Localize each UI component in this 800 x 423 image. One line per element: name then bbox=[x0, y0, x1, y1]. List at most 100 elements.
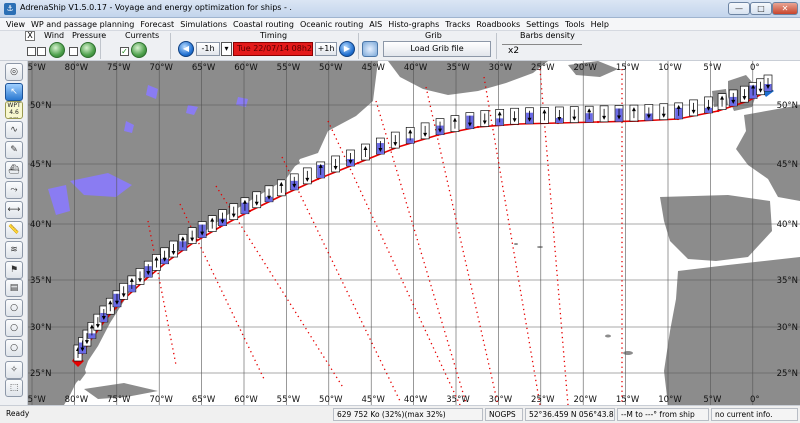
menu-simulations[interactable]: Simulations bbox=[177, 18, 230, 31]
longitude-label-top: 30°W bbox=[489, 63, 513, 73]
longitude-label-top: 20°W bbox=[573, 63, 597, 73]
pressure-globe-icon[interactable] bbox=[80, 42, 96, 58]
toolbar: X Wind Pressure Currents ✓ Timing ◀ -1h … bbox=[0, 31, 800, 61]
disabled-tool-1-icon[interactable]: ○ bbox=[5, 299, 23, 317]
time-dropdown-button[interactable]: ▾ bbox=[221, 42, 232, 56]
waypoint-distance-icon[interactable]: WPT 4.6 nm bbox=[5, 101, 23, 119]
toolbar-separator bbox=[170, 33, 171, 59]
route-waypoint bbox=[476, 125, 480, 129]
time-next-button[interactable]: ▶ bbox=[339, 41, 355, 57]
menu-tools[interactable]: Tools bbox=[562, 18, 588, 31]
currents-checkbox[interactable]: ✓ bbox=[120, 47, 129, 56]
window-title: AdrenaShip V1.5.0.17 - Voyage and energy… bbox=[20, 3, 292, 12]
longitude-label-top: 5°W bbox=[703, 63, 722, 73]
tide-icon[interactable]: ≋ bbox=[5, 241, 23, 259]
cursor-arrow-icon[interactable]: ↖ bbox=[5, 83, 23, 101]
disabled-tool-3-icon[interactable]: ○ bbox=[5, 339, 23, 357]
status-from-ship: --M to ---° from ship bbox=[617, 408, 709, 421]
menu-histo-graphs[interactable]: Histo-graphs bbox=[385, 18, 442, 31]
layer-icon[interactable]: ▤ bbox=[5, 279, 23, 297]
currents-label: Currents bbox=[125, 31, 160, 40]
menu-forecast[interactable]: Forecast bbox=[137, 18, 177, 31]
ship-icon[interactable]: ⛴ bbox=[5, 161, 23, 179]
adrenaship-window: ⚓ AdrenaShip V1.5.0.17 - Voyage and ener… bbox=[0, 0, 800, 423]
barbs-density-slider[interactable] bbox=[502, 44, 582, 45]
currents-globe-icon[interactable] bbox=[131, 42, 147, 58]
toolbar-close-button[interactable]: X bbox=[25, 31, 35, 41]
pressure-checkbox[interactable] bbox=[69, 47, 78, 56]
longitude-label-top: 85°W bbox=[28, 63, 46, 73]
longitude-label-bottom: 5°W bbox=[703, 395, 722, 405]
longitude-label-bottom: 45°W bbox=[361, 395, 385, 405]
longitude-label-bottom: 80°W bbox=[65, 395, 89, 405]
disabled-tool-2-icon[interactable]: ○ bbox=[5, 319, 23, 337]
longitude-label-top: 10°W bbox=[658, 63, 682, 73]
longitude-label-top: 65°W bbox=[192, 63, 216, 73]
longitude-label-top: 75°W bbox=[107, 63, 131, 73]
close-window-button[interactable]: ✕ bbox=[772, 2, 798, 15]
pressure-label: Pressure bbox=[72, 31, 107, 40]
compass-icon[interactable]: ✧ bbox=[5, 361, 23, 379]
longitude-label-top: 25°W bbox=[531, 63, 555, 73]
longitude-label-bottom: 65°W bbox=[192, 395, 216, 405]
latitude-label-left: 30°N bbox=[30, 323, 51, 333]
longitude-label-bottom: 55°W bbox=[277, 395, 301, 405]
madeira-island bbox=[605, 334, 611, 338]
barbs-density-label: Barbs density bbox=[520, 31, 575, 40]
longitude-label-top: 60°W bbox=[234, 63, 258, 73]
longitude-label-bottom: 30°W bbox=[489, 395, 513, 405]
longitude-label-top: 50°W bbox=[319, 63, 343, 73]
wind-checkbox-2[interactable] bbox=[37, 47, 46, 56]
grib-magnifier-icon[interactable] bbox=[362, 41, 378, 57]
longitude-label-top: 15°W bbox=[616, 63, 640, 73]
longitude-label-bottom: 20°W bbox=[573, 395, 597, 405]
menu-bar: View WP and passage planning Forecast Simul… bbox=[0, 18, 800, 31]
measure-icon[interactable]: ⟷ bbox=[5, 201, 23, 219]
maximize-button[interactable]: □ bbox=[750, 2, 772, 15]
load-grib-button[interactable]: Load Grib file bbox=[383, 41, 491, 57]
menu-wp-passage-planning[interactable]: WP and passage planning bbox=[28, 18, 137, 31]
route-plan-icon[interactable]: ⤳ bbox=[5, 181, 23, 199]
azores-island bbox=[537, 246, 543, 248]
latitude-label-right: 25°N bbox=[777, 369, 798, 379]
latitude-label-left: 35°N bbox=[30, 276, 51, 286]
longitude-label-bottom: 10°W bbox=[658, 395, 682, 405]
minus-1h-button[interactable]: -1h bbox=[196, 42, 220, 56]
status-memory: 629 752 Ko (32%)(max 32%) bbox=[333, 408, 483, 421]
route-waypoint bbox=[356, 161, 360, 165]
menu-help[interactable]: Help bbox=[588, 18, 612, 31]
longitude-label-bottom: 85°W bbox=[28, 395, 46, 405]
longitude-label-top: 55°W bbox=[277, 63, 301, 73]
latitude-label-left: 40°N bbox=[30, 220, 51, 230]
wind-label: Wind bbox=[44, 31, 65, 40]
azores-island bbox=[514, 243, 518, 245]
current-time-field[interactable]: Tue 22/07/14 08h25UTC bbox=[233, 42, 313, 56]
longitude-label-bottom: 40°W bbox=[404, 395, 428, 405]
status-bar: Ready 629 752 Ko (32%)(max 32%) NOGPS 52… bbox=[0, 405, 800, 423]
longitude-label-bottom: 50°W bbox=[319, 395, 343, 405]
wind-globe-icon[interactable] bbox=[49, 42, 65, 58]
plus-1h-button[interactable]: +1h bbox=[315, 42, 337, 56]
flag-icon[interactable]: ⚑ bbox=[5, 261, 23, 279]
wind-checkbox[interactable] bbox=[27, 47, 36, 56]
chart-map[interactable]: 85°W 85°W 80°W 80°W 75°W 75°W 70°W 70°W 65°W 65°W… bbox=[28, 61, 800, 405]
latitude-label-left: 50°N bbox=[30, 101, 51, 111]
ruler-icon[interactable]: 📏 bbox=[5, 221, 23, 239]
menu-tracks[interactable]: Tracks bbox=[442, 18, 473, 31]
tool-strip: ◎ ↖WPT 4.6 nm ∿ ✎ ⛴ ⤳ ⟷ 📏 ≋ ⚑▤ ○ ○ ○ ✧⬚ bbox=[0, 61, 28, 405]
wave-chart-icon[interactable]: ∿ bbox=[5, 121, 23, 139]
menu-roadbooks[interactable]: Roadbooks bbox=[473, 18, 523, 31]
menu-coastal-routing[interactable]: Coastal routing bbox=[230, 18, 297, 31]
status-info: no current info. bbox=[711, 408, 798, 421]
zoom-box-icon[interactable]: ⬚ bbox=[5, 379, 23, 397]
minimize-button[interactable]: — bbox=[728, 2, 750, 15]
menu-settings[interactable]: Settings bbox=[523, 18, 562, 31]
lifebuoy-icon[interactable]: ◎ bbox=[5, 63, 23, 81]
menu-ais[interactable]: AIS bbox=[366, 18, 385, 31]
map-canvas[interactable]: 85°W 85°W 80°W 80°W 75°W 75°W 70°W 70°W 65°W 65°W… bbox=[28, 61, 800, 405]
time-previous-button[interactable]: ◀ bbox=[178, 41, 194, 57]
menu-view[interactable]: View bbox=[0, 18, 28, 31]
latitude-label-right: 45°N bbox=[777, 160, 798, 170]
route-edit-icon[interactable]: ✎ bbox=[5, 141, 23, 159]
menu-oceanic-routing[interactable]: Oceanic routing bbox=[297, 18, 366, 31]
